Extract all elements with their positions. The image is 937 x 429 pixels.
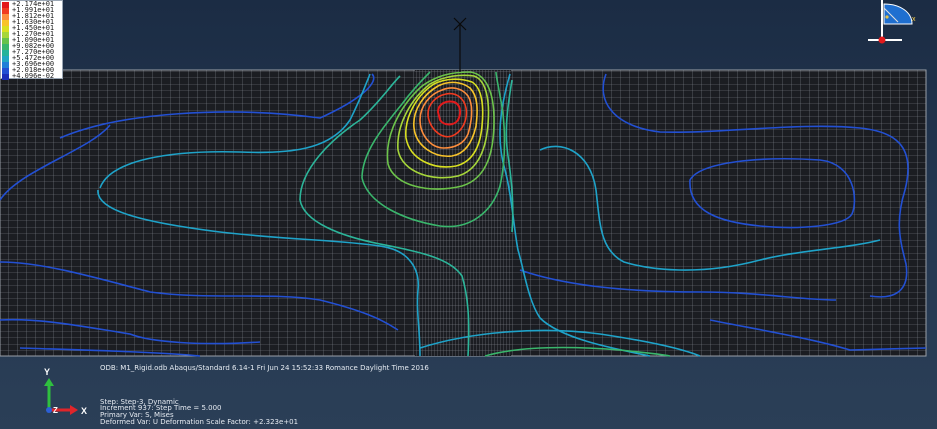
finite-element-mesh [0,69,927,357]
view-cube-widget[interactable] [868,0,913,44]
coordinate-triad [44,378,78,415]
view-cube-x-label: x [912,16,916,23]
legend-swatch [2,74,9,80]
contour-legend: +2.174e+01 +1.991e+01 +1.812e+01 +1.630e… [0,0,63,80]
legend-entry: +4.096e-02 [2,72,62,80]
triad-x-label: X [81,406,87,416]
odb-info-line: ODB: M1_Rigid.odb Abaqus/Standard 6.14-1… [100,364,429,372]
triad-z-label: Z [53,406,58,415]
legend-label: +4.096e-02 [12,72,55,80]
load-point-marker[interactable] [453,17,467,72]
deformed-var-info-line: Deformed Var: U Deformation Scale Factor… [100,418,299,426]
triad-y-label: Y [44,367,50,377]
